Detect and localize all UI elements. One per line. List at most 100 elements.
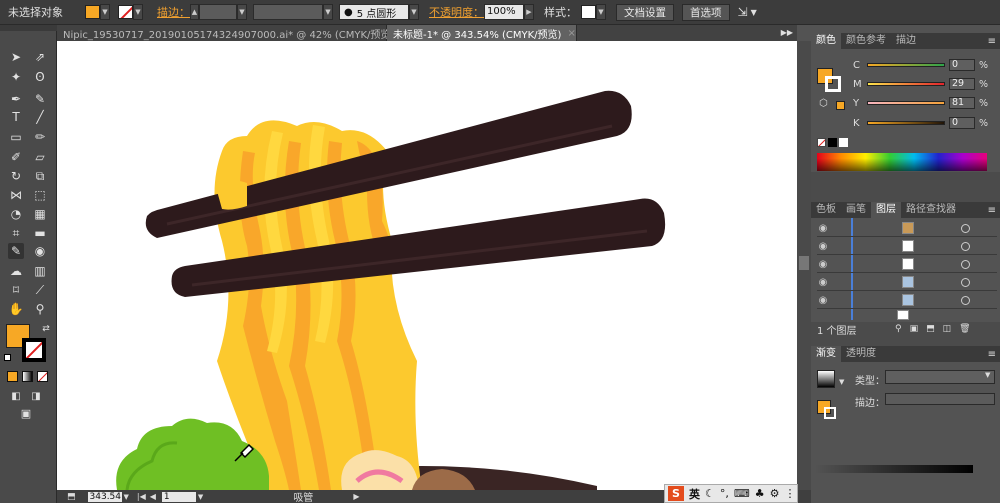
stroke-swatch[interactable] (118, 5, 133, 19)
magenta-bar[interactable] (867, 82, 945, 86)
free-transform-icon[interactable]: ⬚ (32, 187, 48, 203)
type-tool-icon[interactable]: T (8, 109, 24, 125)
black-bar[interactable] (867, 121, 945, 125)
profile-dropdown[interactable]: ▼ (323, 4, 333, 20)
cyan-bar[interactable] (867, 63, 945, 67)
eyedropper-icon[interactable]: ✎ (8, 243, 24, 259)
layer-row[interactable]: ◉ (817, 256, 997, 273)
opacity-field[interactable]: 100% (484, 4, 524, 20)
shape-builder-icon[interactable]: ◔ (8, 206, 24, 222)
default-colors-icon[interactable] (4, 354, 11, 361)
stroke-label[interactable]: 描边： (157, 4, 190, 20)
stroke-dropdown[interactable]: ▼ (133, 4, 143, 20)
hand-tool-icon[interactable]: ✋ (8, 301, 24, 317)
symbol-sprayer-icon[interactable]: ☁ (8, 263, 24, 279)
black-value[interactable]: 0 (949, 117, 975, 129)
yellow-slider[interactable]: Y 81 % (853, 97, 988, 109)
layer-row[interactable]: ◉ (817, 292, 997, 309)
eye-icon[interactable]: ◉ (817, 295, 829, 306)
gradient-tool-icon[interactable]: ▬ (32, 225, 48, 241)
paintbrush-icon[interactable]: ✏ (32, 129, 48, 145)
rotate-icon[interactable]: ↻ (8, 168, 24, 184)
eye-icon[interactable]: ◉ (817, 223, 829, 234)
web-safe-swatch[interactable] (836, 101, 845, 110)
opacity-label[interactable]: 不透明度： (429, 4, 484, 20)
fill-swatch[interactable] (85, 5, 100, 19)
pencil-icon[interactable]: ✐ (8, 149, 24, 165)
cyan-value[interactable]: 0 (949, 59, 975, 71)
stroke-weight-dropdown[interactable]: ▼ (237, 4, 247, 20)
magenta-value[interactable]: 29 (949, 78, 975, 90)
none-swatch[interactable] (817, 138, 826, 147)
curvature-icon[interactable]: ✎ (32, 91, 48, 107)
tab-stroke[interactable]: 描边 (891, 33, 921, 49)
gradient-dropdown[interactable]: ▼ (839, 378, 844, 386)
target-icon[interactable] (961, 278, 970, 287)
target-icon[interactable] (961, 260, 970, 269)
tools-grip[interactable] (0, 25, 57, 31)
panel-menu-icon[interactable]: ≡ (988, 36, 1000, 47)
target-icon[interactable] (961, 224, 970, 233)
style-dropdown[interactable]: ▼ (596, 4, 606, 20)
zoom-tool-icon[interactable]: ⚲ (32, 301, 48, 317)
draw-mode-icon[interactable]: ◧ (8, 389, 24, 405)
gradient-type-select[interactable] (885, 370, 995, 384)
yellow-bar[interactable] (867, 101, 945, 105)
eye-icon[interactable]: ◉ (817, 241, 829, 252)
layer-row[interactable]: ◉ (817, 238, 997, 255)
vertical-scrollbar[interactable] (797, 41, 811, 490)
magenta-slider[interactable]: M 29 % (853, 78, 988, 90)
artboard-tool-icon[interactable]: ⌑ (8, 282, 24, 298)
new-sublayer-icon[interactable]: ⬒ (926, 324, 935, 334)
gradient-preview[interactable] (817, 370, 835, 388)
tab-pathfinder[interactable]: 路径查找器 (901, 202, 961, 218)
sogou-icon[interactable]: S (668, 486, 684, 501)
tab-brushes[interactable]: 画笔 (841, 202, 871, 218)
skin-icon[interactable]: ♣ (755, 487, 765, 500)
punct-icon[interactable]: °, (720, 487, 729, 500)
layer-row[interactable]: ◉ (817, 274, 997, 291)
stroke-weight-field[interactable] (199, 4, 237, 20)
ime-language[interactable]: 英 (689, 486, 700, 502)
first-artboard-icon[interactable]: |◀ (137, 492, 146, 501)
target-icon[interactable] (961, 296, 970, 305)
panel-menu-icon[interactable]: ≡ (988, 349, 1000, 360)
zoom-field[interactable]: 343.54 (87, 491, 122, 502)
blend-tool-icon[interactable]: ◉ (32, 243, 48, 259)
direct-selection-icon[interactable]: ⇗ (32, 49, 48, 65)
status-arrow-icon[interactable]: ▶ (353, 492, 359, 501)
tab-swatches[interactable]: 色板 (811, 202, 841, 218)
document-setup-button[interactable]: 文档设置 (616, 3, 674, 21)
stroke-widget[interactable] (825, 76, 841, 92)
screen-mode-icon[interactable]: ▣ (18, 406, 34, 422)
eye-icon[interactable]: ◉ (817, 277, 829, 288)
layer-row[interactable] (817, 310, 997, 322)
magic-wand-icon[interactable]: ✦ (8, 69, 24, 85)
none-mode-icon[interactable] (37, 371, 48, 382)
tab-untitled[interactable]: 未标题-1* @ 343.54% (CMYK/预览) × (387, 25, 577, 41)
perspective-grid-icon[interactable]: ▦ (32, 206, 48, 222)
canvas[interactable] (57, 41, 797, 490)
clipping-mask-icon[interactable]: ▣ (910, 324, 919, 334)
out-of-gamut-icon[interactable]: ⬡ (819, 98, 828, 109)
moon-icon[interactable]: ☾ (705, 487, 715, 500)
stroke-color-box[interactable] (22, 338, 46, 362)
stroke-gradient-option[interactable] (885, 393, 995, 405)
locate-object-icon[interactable]: ⚲ (895, 324, 902, 334)
settings-icon[interactable]: ⚙ (770, 487, 780, 500)
pen-tool-icon[interactable]: ✒ (8, 91, 24, 107)
artboard-nav-icon[interactable]: ⬒ (67, 492, 76, 502)
gradient-slider[interactable] (815, 465, 973, 473)
line-tool-icon[interactable]: ╱ (32, 109, 48, 125)
preferences-button[interactable]: 首选项 (682, 3, 730, 21)
tab-gradient[interactable]: 渐变 (811, 346, 841, 362)
panel-menu-icon[interactable]: ▼ (751, 8, 757, 17)
tab-nipic[interactable]: Nipic_19530717_20190105174324907000.ai* … (57, 25, 409, 41)
layer-row[interactable]: ◉ (817, 220, 997, 237)
stroke-weight-stepper[interactable]: ▲ (190, 4, 199, 20)
brush-dropdown[interactable]: ▼ (409, 4, 419, 20)
keyboard-icon[interactable]: ⌨ (734, 487, 750, 500)
swap-colors-icon[interactable]: ⇄ (38, 321, 54, 337)
eye-icon[interactable]: ◉ (817, 259, 829, 270)
scale-icon[interactable]: ⧉ (32, 168, 48, 184)
